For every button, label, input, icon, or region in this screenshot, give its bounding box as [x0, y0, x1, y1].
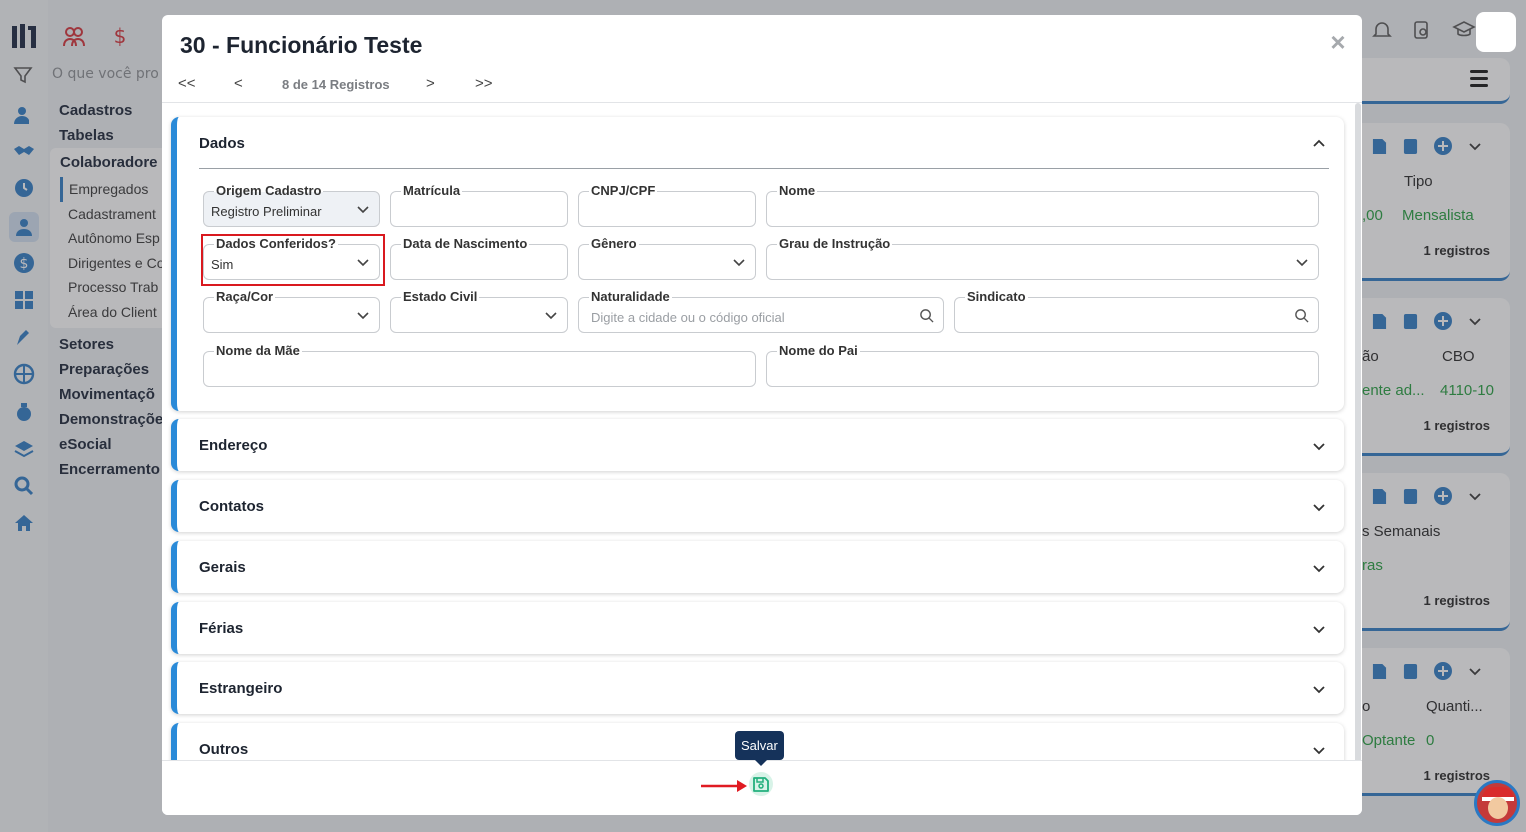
employee-modal: 30 - Funcionário Teste × << < 8 de 14 Re…: [162, 15, 1362, 815]
previous-record-button[interactable]: <: [234, 75, 243, 92]
section-dados: Dados Origem Cadastro Registro Prelimina…: [171, 117, 1344, 411]
chevron-up-icon[interactable]: [1312, 137, 1326, 151]
grau-instrucao-select[interactable]: Grau de Instrução: [766, 236, 1319, 280]
section-divider: [199, 168, 1329, 169]
field-label: Nome: [777, 183, 818, 199]
field-label: Sindicato: [965, 289, 1028, 305]
cnpj-cpf-input[interactable]: CNPJ/CPF: [578, 183, 756, 227]
origem-cadastro-select[interactable]: Origem Cadastro Registro Preliminar: [203, 183, 380, 227]
field-label: Origem Cadastro: [214, 183, 324, 199]
naturalidade-input[interactable]: Naturalidade Digite a cidade ou o código…: [578, 289, 944, 333]
save-tooltip: Salvar: [735, 731, 784, 766]
section-contatos[interactable]: Contatos: [171, 480, 1344, 532]
section-title: Estrangeiro: [199, 680, 283, 697]
modal-scrollbar[interactable]: [1355, 103, 1361, 763]
close-button[interactable]: ×: [1328, 29, 1348, 55]
chevron-down-icon: [1296, 259, 1308, 267]
chevron-down-icon: [1313, 504, 1325, 512]
field-label: Naturalidade: [589, 289, 672, 305]
highlight-box: [201, 234, 385, 286]
field-placeholder: Digite a cidade ou o código oficial: [591, 310, 785, 325]
save-button[interactable]: [748, 771, 774, 797]
field-label: Nome da Mãe: [214, 343, 302, 359]
chevron-down-icon: [1313, 747, 1325, 755]
first-record-button[interactable]: <<: [178, 75, 196, 92]
field-label: Estado Civil: [401, 289, 480, 305]
search-icon[interactable]: [919, 308, 934, 323]
field-label: Data de Nascimento: [401, 236, 530, 252]
sindicato-input[interactable]: Sindicato: [954, 289, 1319, 333]
search-icon[interactable]: [1294, 308, 1309, 323]
nome-input[interactable]: Nome: [766, 183, 1319, 227]
raca-cor-select[interactable]: Raça/Cor: [203, 289, 380, 333]
field-label: Grau de Instrução: [777, 236, 893, 252]
save-icon: [749, 772, 773, 796]
section-title: Endereço: [199, 437, 268, 454]
nome-mae-input[interactable]: Nome da Mãe: [203, 343, 756, 387]
section-gerais[interactable]: Gerais: [171, 541, 1344, 593]
section-title[interactable]: Dados: [199, 135, 245, 152]
chevron-down-icon: [357, 206, 369, 214]
field-label: CNPJ/CPF: [589, 183, 658, 199]
chevron-down-icon: [1313, 565, 1325, 573]
section-estrangeiro[interactable]: Estrangeiro: [171, 662, 1344, 714]
matricula-input[interactable]: Matrícula: [390, 183, 568, 227]
field-label: Gênero: [589, 236, 639, 252]
arrow-pointer-icon: [701, 780, 747, 792]
section-title: Férias: [199, 620, 244, 637]
avatar[interactable]: [1474, 780, 1520, 826]
field-label: Matrícula: [401, 183, 463, 199]
data-nascimento-input[interactable]: Data de Nascimento: [390, 236, 568, 280]
header-divider: [162, 102, 1362, 103]
field-label: Nome do Pai: [777, 343, 860, 359]
section-title: Outros: [199, 741, 249, 758]
chevron-down-icon: [1313, 686, 1325, 694]
notification-square[interactable]: [1476, 12, 1516, 52]
last-record-button[interactable]: >>: [475, 75, 493, 92]
nome-pai-input[interactable]: Nome do Pai: [766, 343, 1319, 387]
field-label: Raça/Cor: [214, 289, 276, 305]
section-title: Gerais: [199, 559, 246, 576]
record-counter: 8 de 14 Registros: [282, 77, 390, 92]
chevron-down-icon: [1313, 626, 1325, 634]
estado-civil-select[interactable]: Estado Civil: [390, 289, 568, 333]
field-value: Registro Preliminar: [211, 204, 322, 219]
chevron-down-icon: [545, 312, 557, 320]
section-title: Contatos: [199, 498, 264, 515]
chevron-down-icon: [1313, 443, 1325, 451]
genero-select[interactable]: Gênero: [578, 236, 756, 280]
section-ferias[interactable]: Férias: [171, 602, 1344, 654]
next-record-button[interactable]: >: [426, 75, 435, 92]
chevron-down-icon: [357, 312, 369, 320]
section-endereco[interactable]: Endereço: [171, 419, 1344, 471]
chevron-down-icon: [733, 259, 745, 267]
modal-title: 30 - Funcionário Teste: [180, 32, 423, 58]
